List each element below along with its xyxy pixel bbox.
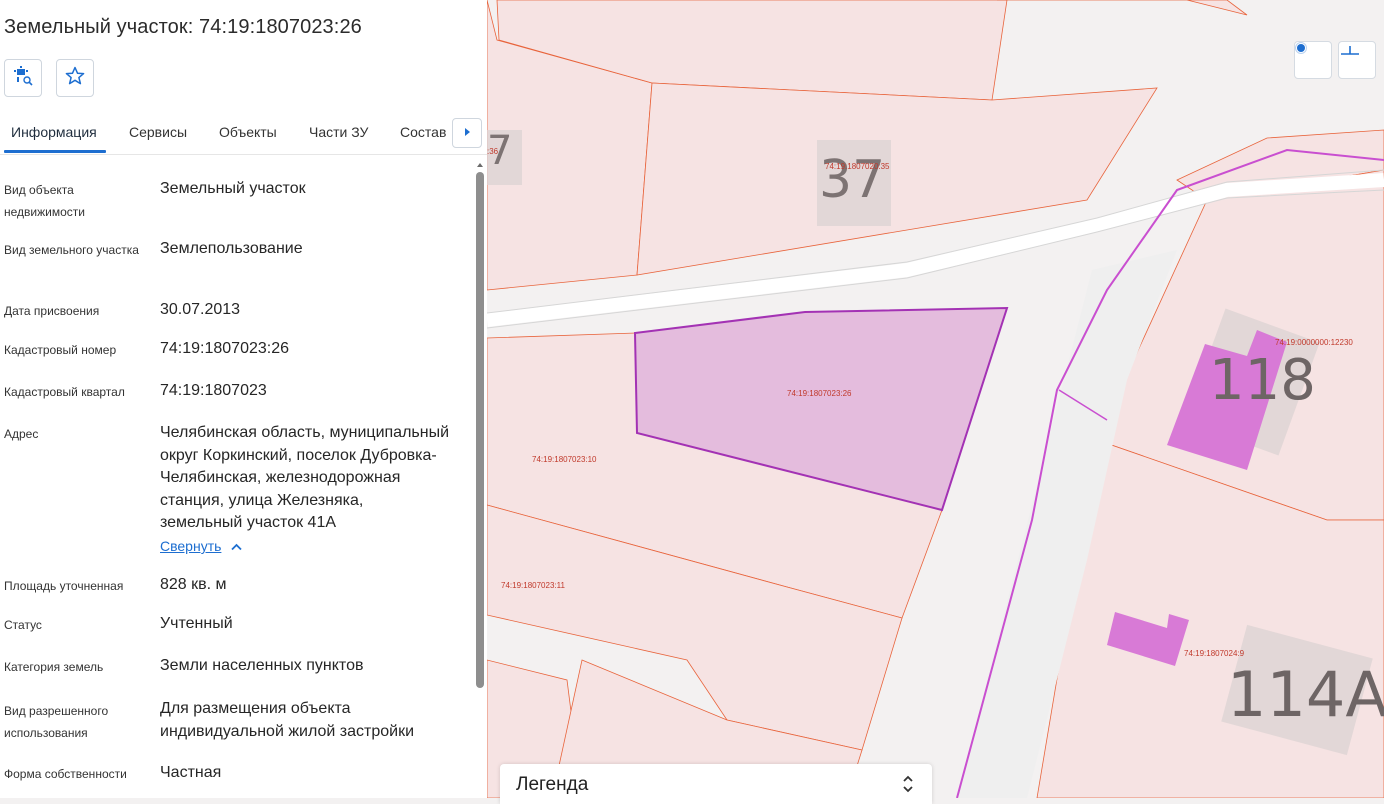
label-object-type: Вид объекта недвижимости (4, 183, 85, 219)
cadastral-map[interactable]: 37 118 114А 7 74:19:1807023:26 74:19:180… (487, 0, 1384, 798)
legend-panel[interactable]: Легенда (500, 764, 932, 804)
parcel-label-selected: 74:19:1807023:26 (787, 389, 852, 398)
map-search-button[interactable] (4, 59, 42, 97)
collapse-address-link[interactable]: Свернуть (160, 538, 243, 554)
chevron-up-icon (231, 538, 243, 554)
tab-bar: Информация Сервисы Объекты Части ЗУ Сост… (0, 116, 487, 155)
info-panel: Земельный участок: 74:19:1807023:26 Инфо… (0, 0, 488, 798)
tabs-scroll-right-button[interactable] (452, 118, 482, 148)
parcel-label-35: 74:19:1807020:35 (825, 162, 890, 171)
caret-right-icon (463, 124, 471, 142)
tab-info[interactable]: Информация (11, 124, 97, 140)
value-area: 828 кв. м (160, 576, 227, 593)
scroll-up-arrow[interactable] (475, 157, 485, 167)
house-number-114a: 114А (1227, 658, 1384, 731)
map-search-icon (12, 65, 34, 92)
collapse-link-label: Свернуть (160, 538, 222, 554)
label-parcel-type: Вид земельного участка (4, 243, 139, 257)
active-tab-indicator (4, 150, 106, 153)
page-title: Земельный участок: 74:19:1807023:26 (4, 16, 362, 38)
label-ownership: Форма собственности (4, 767, 127, 781)
locate-button[interactable] (1294, 41, 1332, 79)
tab-composition[interactable]: Состав (400, 124, 446, 140)
label-permitted-use: Вид разрешенного использования (4, 704, 109, 740)
value-status: Учтенный (160, 615, 233, 632)
house-number-118: 118 (1209, 348, 1316, 413)
parcel-label-11: 74:19:1807023:11 (501, 581, 565, 590)
value-cadastral-quarter: 74:19:1807023 (160, 382, 267, 399)
scrollbar-thumb[interactable] (476, 172, 484, 688)
label-assign-date: Дата присвоения (4, 304, 100, 318)
label-cadastral-number: Кадастровый номер (4, 343, 117, 357)
legend-title: Легенда (516, 774, 589, 795)
star-icon (65, 66, 85, 91)
value-parcel-type: Землепользование (160, 240, 303, 257)
label-land-category: Категория земель (4, 660, 104, 674)
label-cadastral-quarter: Кадастровый квартал (4, 385, 125, 399)
expand-collapse-icon[interactable] (902, 773, 914, 800)
value-cadastral-number: 74:19:1807023:26 (160, 340, 290, 357)
value-address: Челябинская область, муниципальный округ… (160, 424, 450, 531)
label-status: Статус (4, 618, 42, 632)
parcel-label-36: :36 (487, 147, 499, 156)
value-assign-date: 30.07.2013 (160, 301, 241, 318)
measure-button[interactable] (1338, 41, 1376, 79)
label-address: Адрес (4, 427, 39, 441)
parcel-label-10: 74:19:1807023:10 (532, 455, 597, 464)
house-number-37: 37 (819, 150, 886, 210)
favorite-button[interactable] (56, 59, 94, 97)
parcel-label-12230: 74:19:0000000:12230 (1275, 338, 1353, 347)
value-ownership: Частная (160, 764, 222, 781)
label-area: Площадь уточненная (4, 579, 124, 593)
tab-services[interactable]: Сервисы (129, 124, 187, 140)
value-permitted-use: Для размещения объекта индивидуальной жи… (160, 700, 414, 740)
parcel-label-9: 74:19:1807024:9 (1184, 649, 1245, 658)
tab-objects[interactable]: Объекты (219, 124, 277, 140)
value-object-type: Земельный участок (160, 180, 306, 197)
tab-parts[interactable]: Части ЗУ (309, 124, 368, 140)
value-land-category: Земли населенных пунктов (160, 657, 364, 674)
